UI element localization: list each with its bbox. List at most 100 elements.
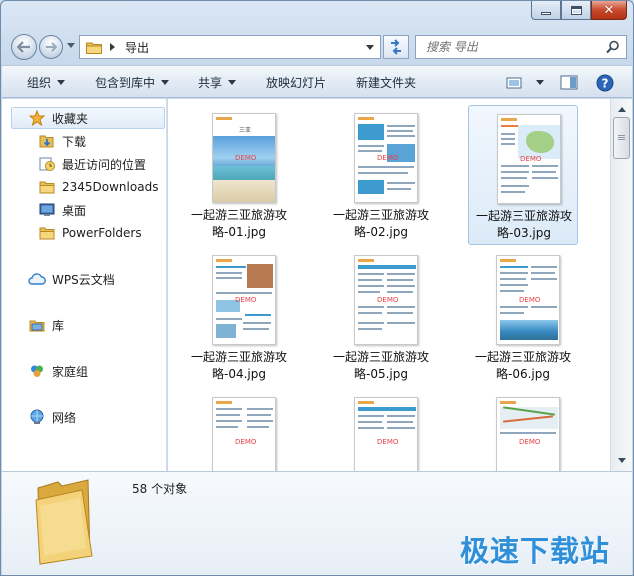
file-item[interactable]: DEMO 一起游三亚旅游攻 略-05.jpg [326, 247, 436, 387]
sidebar-item-label: 桌面 [62, 203, 87, 218]
svg-text:?: ? [602, 76, 609, 90]
slideshow-button[interactable]: 放映幻灯片 [266, 66, 326, 99]
image-thumbnail: DEMO [354, 113, 418, 203]
folder-icon [38, 225, 56, 241]
image-thumbnail: 三亚 DEMO [212, 113, 276, 203]
sidebar-item-homegroup[interactable]: 家庭组 [28, 360, 88, 382]
sidebar-item-downloads[interactable]: 下载 [38, 130, 86, 152]
help-icon: ? [596, 74, 614, 91]
forward-arrow-icon [46, 42, 57, 52]
preview-pane-button[interactable] [560, 66, 578, 99]
breadcrumb-segment[interactable]: 导出 [125, 39, 149, 56]
folder-icon [86, 42, 102, 54]
image-thumbnail: DEMO [212, 255, 276, 345]
scroll-down-button[interactable] [613, 452, 630, 469]
preview-pane-icon [560, 75, 578, 90]
library-icon [28, 317, 46, 333]
file-item[interactable]: DEMO [184, 389, 294, 471]
file-item[interactable]: DEMO 一起游三亚旅游攻 略-03.jpg [468, 105, 578, 245]
recent-places-icon [38, 156, 56, 172]
image-thumbnail: DEMO [354, 255, 418, 345]
sidebar-item-network[interactable]: 网络 [28, 406, 76, 428]
search-box[interactable] [415, 35, 627, 59]
sidebar-item-label: 最近访问的位置 [62, 157, 147, 172]
navigation-bar: 导出 [1, 31, 634, 61]
file-item[interactable]: 三亚 DEMO 一起游三亚旅游攻 略-01.jpg [184, 105, 294, 245]
item-count: 58 个对象 [132, 482, 188, 496]
maximize-button[interactable] [561, 1, 591, 20]
sidebar-item-label: 2345Downloads [62, 180, 159, 194]
image-thumbnail: DEMO [497, 114, 561, 204]
sidebar-item-favorites[interactable]: 收藏夹 [11, 107, 165, 129]
sidebar-item-desktop[interactable]: 桌面 [38, 199, 86, 221]
sidebar-item-powerfolders[interactable]: PowerFolders [38, 222, 142, 244]
sidebar-item-label: WPS云文档 [52, 272, 115, 287]
command-bar: 组织 包含到库中 共享 放映幻灯片 新建文件夹 ? [2, 65, 632, 98]
image-thumbnail: DEMO [354, 397, 418, 471]
refresh-icon [391, 39, 401, 55]
vertical-scrollbar[interactable] [610, 99, 632, 471]
forward-button[interactable] [39, 35, 63, 59]
scroll-thumb[interactable] [613, 117, 630, 159]
caption-buttons: ✕ [531, 1, 627, 20]
details-pane: 58 个对象 极速下载站 [2, 471, 632, 575]
back-button[interactable] [11, 34, 37, 60]
cloud-icon [28, 271, 46, 287]
sidebar-item-recent-places[interactable]: 最近访问的位置 [38, 153, 146, 175]
download-folder-icon [38, 133, 56, 149]
navigation-pane: 收藏夹 下载 最近访问的位置 2345Downloads 桌面 PowerFol… [2, 99, 167, 471]
chevron-down-icon [617, 458, 626, 463]
refresh-button[interactable] [383, 35, 409, 59]
chevron-down-icon [57, 80, 66, 85]
share-menu[interactable]: 共享 [198, 66, 237, 99]
sidebar-item-wps-cloud[interactable]: WPS云文档 [28, 268, 115, 290]
chevron-down-icon [536, 80, 544, 85]
file-item[interactable]: DEMO [326, 389, 436, 471]
view-icon [506, 77, 522, 88]
sidebar-item-label: 收藏夹 [52, 111, 89, 126]
include-in-library-menu[interactable]: 包含到库中 [95, 66, 170, 99]
address-history-dropdown[interactable] [366, 45, 374, 50]
back-arrow-icon [17, 41, 30, 53]
watermark-logo: 极速下载站 [460, 534, 611, 568]
breadcrumb-arrow-icon[interactable] [110, 43, 115, 51]
maximize-icon [570, 5, 582, 15]
large-folder-icon [35, 479, 93, 565]
scroll-up-button[interactable] [613, 101, 630, 118]
image-thumbnail: DEMO [496, 255, 560, 345]
sidebar-item-2345downloads[interactable]: 2345Downloads [38, 176, 158, 198]
file-item[interactable]: DEMO 一起游三亚旅游攻 略-04.jpg [184, 247, 294, 387]
sidebar-item-label: PowerFolders [62, 226, 142, 240]
homegroup-icon [28, 363, 46, 379]
close-icon: ✕ [603, 2, 615, 18]
minimize-button[interactable] [531, 1, 561, 20]
explorer-window: ✕ 导出 搜索 导出 组织 包含到库中 共享 放映幻灯片 新建文件夹 ? 收藏夹… [0, 0, 634, 576]
address-bar[interactable]: 导出 [79, 35, 381, 59]
file-view: 三亚 DEMO 一起游三亚旅游攻 略-01.jpg DEMO 一起游三亚旅游攻 … [168, 99, 610, 471]
file-item[interactable]: DEMO 一起游三亚旅游攻 略-02.jpg [326, 105, 436, 245]
sidebar-item-libraries[interactable]: 库 [28, 314, 64, 336]
search-input[interactable] [426, 40, 606, 54]
folder-icon [38, 179, 56, 195]
star-icon [28, 110, 46, 126]
file-item[interactable]: DEMO 一起游三亚旅游攻 略-06.jpg [468, 247, 578, 387]
search-icon[interactable] [606, 40, 620, 54]
close-button[interactable]: ✕ [591, 1, 627, 20]
image-thumbnail: DEMO [496, 397, 560, 471]
help-button[interactable]: ? [596, 66, 614, 99]
recent-pages-dropdown[interactable] [67, 43, 75, 48]
organize-menu[interactable]: 组织 [27, 66, 66, 99]
chevron-up-icon [617, 107, 626, 112]
sidebar-item-label: 库 [52, 318, 65, 333]
desktop-icon [38, 202, 56, 218]
network-icon [28, 409, 46, 425]
sidebar-item-label: 网络 [52, 410, 77, 425]
minimize-icon [541, 11, 551, 15]
chevron-down-icon [228, 80, 237, 85]
file-item[interactable]: DEMO [468, 389, 578, 471]
view-options-button[interactable] [506, 66, 544, 99]
chevron-down-icon [161, 80, 170, 85]
sidebar-item-label: 下载 [62, 134, 87, 149]
sidebar-item-label: 家庭组 [52, 364, 89, 379]
new-folder-button[interactable]: 新建文件夹 [356, 66, 416, 99]
